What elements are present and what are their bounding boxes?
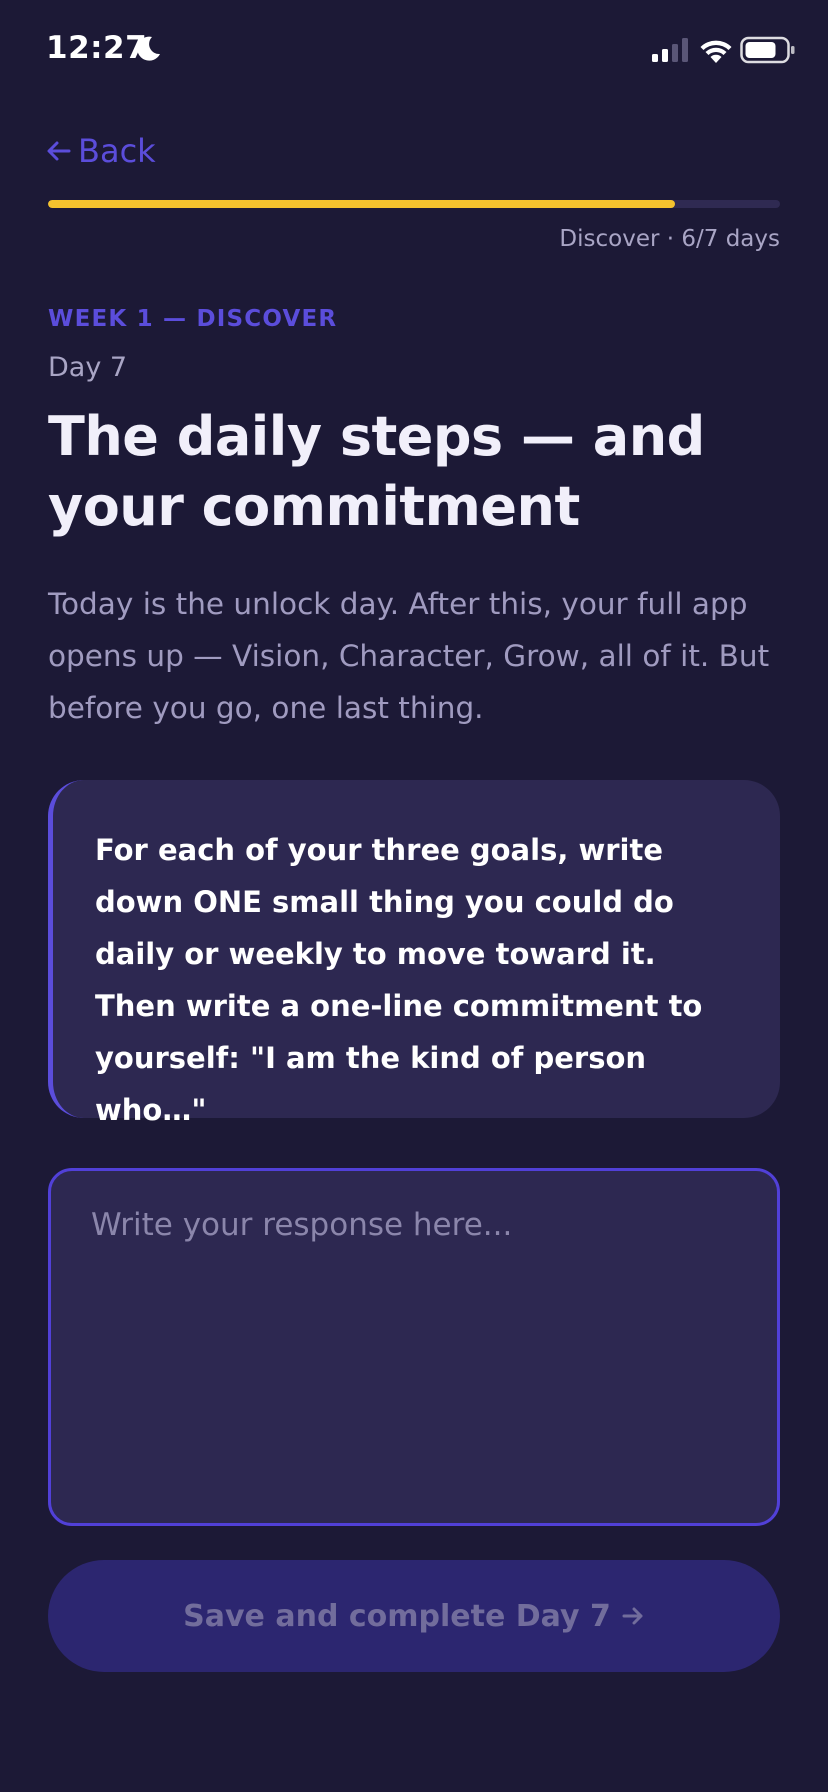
cellular-signal-icon	[652, 38, 688, 62]
back-label: Back	[78, 132, 156, 170]
intro-text: Today is the unlock day. After this, you…	[48, 587, 770, 725]
progress-caption: Discover · 6/7 days	[559, 226, 780, 252]
prompt-text: For each of your three goals, write down…	[95, 833, 703, 1127]
prompt-card: For each of your three goals, write down…	[48, 780, 780, 1127]
page-title: The daily steps — and your commitment	[48, 405, 705, 538]
save-button-label: Save and complete Day 7	[183, 1598, 611, 1634]
week-label: WEEK 1 — DISCOVER	[48, 306, 338, 332]
response-input[interactable]	[48, 1168, 780, 1526]
battery-icon	[740, 36, 795, 64]
wifi-icon	[700, 40, 732, 63]
moon-icon	[137, 36, 160, 61]
arrow-right-icon	[622, 1607, 643, 1625]
status-bar: 12:27	[0, 0, 828, 100]
save-complete-button[interactable]: Save and complete Day 7	[48, 1560, 780, 1672]
status-time: 12:27	[46, 30, 148, 66]
screen: 12:27 Back Discover · 6/7 days WEEK 1 — …	[0, 0, 828, 1792]
arrow-left-icon	[47, 141, 71, 161]
day-label: Day 7	[48, 352, 128, 383]
progress-fill	[48, 200, 676, 208]
back-button[interactable]: Back	[46, 128, 156, 174]
progress-bar	[48, 200, 780, 208]
